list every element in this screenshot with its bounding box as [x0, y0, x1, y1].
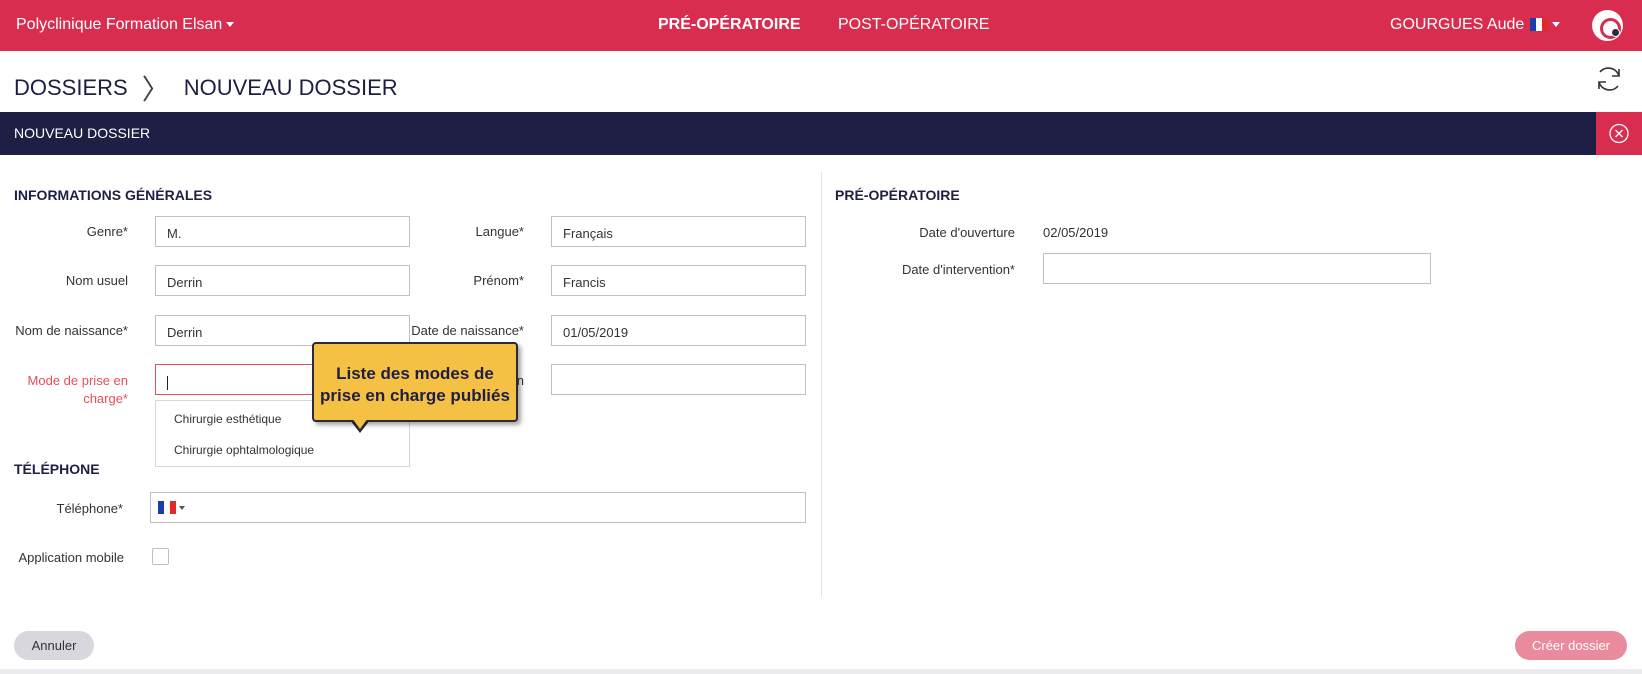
tab-post-operatoire[interactable]: POST-OPÉRATOIRE	[838, 16, 989, 34]
date-naissance-field[interactable]: 01/05/2019	[551, 315, 806, 346]
french-flag-icon	[158, 501, 176, 514]
breadcrumb-current: NOUVEAU DOSSIER	[183, 75, 398, 100]
chevron-down-icon	[179, 505, 185, 510]
opening-date-value: 02/05/2019	[1043, 225, 1109, 240]
close-button[interactable]	[1596, 112, 1642, 155]
french-flag-icon	[1530, 18, 1549, 32]
mode-option-ophtalmologique[interactable]: Chirurgie ophtalmologique	[174, 443, 314, 457]
nom-usuel-field[interactable]: Derrin	[155, 265, 410, 296]
user-name: GOURGUES Aude	[1390, 16, 1525, 33]
top-navbar: Polyclinique Formation Elsan PRÉ-OPÉRATO…	[0, 0, 1642, 51]
mode-option-esthetique[interactable]: Chirurgie esthétique	[174, 412, 281, 426]
refresh-icon[interactable]	[1593, 63, 1625, 95]
mode-label-line2: charge*	[83, 391, 128, 406]
callout-tail-fill	[352, 418, 368, 429]
callout-line1: Liste des modes de	[336, 364, 494, 383]
nom-naissance-label: Nom de naissance*	[15, 323, 128, 338]
mobile-app-checkbox[interactable]	[152, 548, 169, 565]
clinic-name: Polyclinique Formation Elsan	[16, 16, 223, 33]
obscured-field[interactable]	[551, 364, 806, 395]
mode-prise-en-charge-label: Mode de prise en charge*	[14, 373, 128, 406]
cancel-button[interactable]: Annuler	[14, 631, 94, 660]
clinic-selector[interactable]: Polyclinique Formation Elsan	[16, 16, 235, 34]
prenom-label: Prénom*	[473, 273, 524, 288]
langue-label: Langue*	[475, 224, 524, 239]
mobile-app-label: Application mobile	[18, 550, 124, 565]
tab-pre-operatoire[interactable]: PRÉ-OPÉRATOIRE	[658, 16, 801, 34]
telephone-label: Téléphone*	[56, 501, 124, 516]
text-cursor	[167, 375, 168, 390]
create-dossier-button[interactable]: Créer dossier	[1515, 631, 1627, 660]
bottom-strip	[0, 669, 1642, 674]
mode-label-line1: Mode de prise en	[27, 373, 128, 388]
intervention-date-label: Date d'intervention*	[901, 262, 1015, 277]
telephone-input[interactable]	[150, 492, 806, 523]
callout-line2: prise en charge publiés	[320, 386, 510, 405]
form-title: NOUVEAU DOSSIER	[14, 125, 151, 141]
date-naissance-label: Date de naissance*	[411, 323, 524, 338]
tooltip-callout: Liste des modes de prise en charge publi…	[312, 342, 518, 422]
breadcrumb: DOSSIERS 〉 NOUVEAU DOSSIER	[14, 68, 398, 108]
breadcrumb-root[interactable]: DOSSIERS	[14, 75, 128, 100]
general-info-heading: INFORMATIONS GÉNÉRALES	[14, 187, 213, 203]
heart-icon	[1611, 28, 1620, 37]
opening-date-label: Date d'ouverture	[919, 225, 1015, 240]
country-code-selector[interactable]	[158, 501, 185, 514]
intervention-date-field[interactable]	[1043, 253, 1431, 284]
telephone-heading: TÉLÉPHONE	[14, 461, 100, 477]
genre-label: Genre*	[86, 224, 128, 239]
genre-field[interactable]: M.	[155, 216, 410, 247]
column-divider	[821, 172, 822, 597]
avatar[interactable]	[1592, 10, 1623, 41]
form-header-bar: NOUVEAU DOSSIER	[0, 112, 1642, 155]
preop-heading: PRÉ-OPÉRATOIRE	[835, 187, 960, 203]
chevron-down-icon	[226, 22, 235, 28]
prenom-field[interactable]: Francis	[551, 265, 806, 296]
user-menu[interactable]: GOURGUES Aude	[1390, 16, 1561, 34]
chevron-right-icon: 〉	[141, 74, 170, 105]
chevron-down-icon	[1552, 22, 1561, 28]
langue-field[interactable]: Français	[551, 216, 806, 247]
close-icon	[1609, 123, 1629, 144]
nom-usuel-label: Nom usuel	[65, 273, 128, 288]
